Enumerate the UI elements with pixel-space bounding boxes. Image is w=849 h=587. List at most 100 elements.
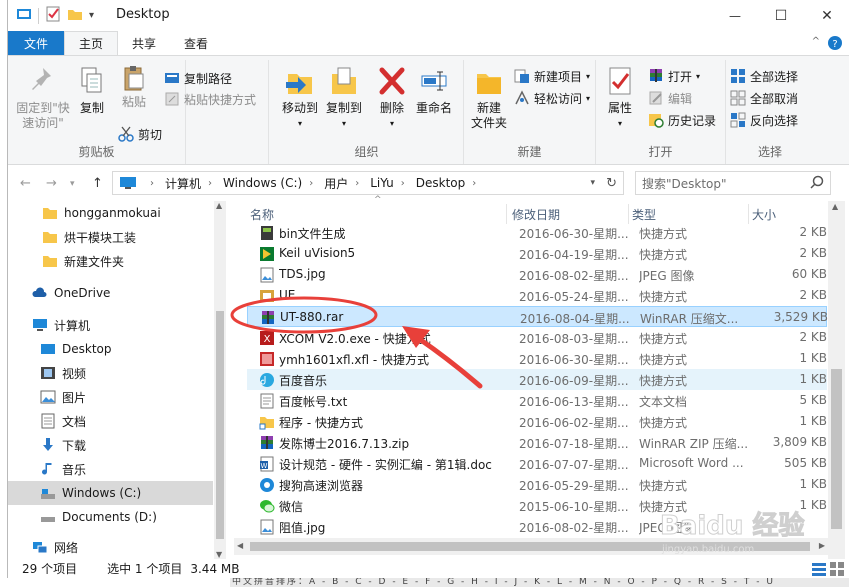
refresh-icon[interactable]: ↻ (606, 176, 617, 191)
column-header-name[interactable]: 名称 (250, 204, 274, 224)
copy-path-item[interactable]: 复制路径 (164, 68, 232, 88)
copy-to-button[interactable]: 复制到 ▾ (322, 64, 366, 131)
breadcrumb-root-chevron[interactable]: › (141, 178, 163, 189)
properties-dropdown-icon: ▾ (617, 119, 622, 128)
tab-file[interactable]: 文件 (8, 31, 64, 55)
paste-shortcut-button[interactable]: 粘贴快捷方式 (164, 89, 256, 109)
nav-item-videos[interactable]: 视频 (8, 361, 213, 385)
nav-item-honggan-gongzhuang[interactable]: 烘干模块工装 (8, 225, 213, 249)
file-row[interactable]: W 设计规范 - 硬件 - 实例汇编 - 第1辑.doc 2016-07-07-星期… (247, 453, 827, 474)
quick-access-toolbar: ▾ (16, 6, 94, 25)
column-divider[interactable] (506, 204, 507, 224)
nav-item-documents[interactable]: 文档 (8, 409, 213, 433)
copy-button[interactable]: 复制 (74, 64, 110, 116)
edit-button[interactable]: 编辑 (648, 88, 692, 108)
file-row[interactable]: UT-880.rar 2016-08-04-星期... WinRAR 压缩文... 3… (247, 306, 828, 327)
select-all-button[interactable]: 全部选择 (730, 66, 798, 86)
breadcrumb-liyu[interactable]: LiYu › (368, 176, 414, 190)
properties-icon[interactable] (45, 6, 61, 25)
file-row[interactable]: 发陈博士2016.7.13.zip 2016-07-18-星期... WinRAR … (247, 432, 827, 453)
toolbar-divider (38, 7, 39, 24)
nav-item-network[interactable]: 网络 (8, 535, 213, 559)
file-row[interactable]: X XCOM V2.0.exe - 快捷方式 2016-08-03-星期... 快捷方… (247, 327, 827, 348)
cut-button[interactable]: 剪切 (118, 124, 162, 144)
file-row[interactable]: ymh1601xfl.xfl - 快捷方式 2016-06-30-星期... 快捷方… (247, 348, 827, 369)
up-arrow-icon[interactable]: ↑ (92, 176, 103, 191)
file-row[interactable]: TDS.jpg 2016-08-02-星期... JPEG 图像 60 KB (247, 264, 827, 285)
file-row[interactable]: 程序 - 快捷方式 2016-06-02-星期... 快捷方式 1 KB (247, 411, 827, 432)
nav-item-desktop[interactable]: Desktop (8, 337, 213, 361)
nav-item-computer[interactable]: 计算机 (8, 313, 213, 337)
nav-pane-scroll-thumb[interactable] (216, 311, 224, 539)
address-bar[interactable]: › 计算机 › Windows (C:) › 用户 › LiYu › Desktop › … (112, 171, 624, 195)
help-icon[interactable]: ? (828, 36, 842, 53)
move-to-button[interactable]: 移动到 ▾ (278, 64, 322, 131)
easy-access-button[interactable]: 轻松访问 ▾ (514, 88, 590, 108)
nav-item-pictures[interactable]: 图片 (8, 385, 213, 409)
search-input[interactable]: 搜索"Desktop" (635, 171, 831, 195)
browser-icon (259, 477, 275, 493)
open-button[interactable]: 打开 ▾ (648, 66, 700, 86)
recent-locations-chevron-icon[interactable]: ▾ (70, 179, 75, 189)
collapse-ribbon-icon[interactable]: ^ (812, 36, 820, 53)
file-row[interactable]: bin文件生成 2016-06-30-星期... 快捷方式 2 KB (247, 222, 827, 243)
customize-dropdown-icon[interactable]: ▾ (89, 10, 94, 21)
rename-button[interactable]: 重命名 (412, 64, 456, 116)
nav-item-music[interactable]: 音乐 (8, 457, 213, 481)
column-header-type[interactable]: 类型 (632, 204, 656, 224)
nav-item-windows-c[interactable]: Windows (C:) (8, 481, 213, 505)
breadcrumb-drive-c[interactable]: Windows (C:) › (221, 176, 322, 190)
background-window-text: 中文拼音排序：A - B - C - D - E - F - G - H - I… (230, 578, 849, 587)
scroll-up-icon[interactable]: ▲ (216, 201, 222, 210)
file-size: 2 KB (799, 225, 827, 239)
maximize-button[interactable]: ☐ (758, 0, 804, 31)
explorer-icon[interactable] (16, 6, 32, 25)
breadcrumb-desktop[interactable]: Desktop › (414, 176, 486, 190)
file-row[interactable]: Keil uVision5 2016-04-19-星期... 快捷方式 2 KB (247, 243, 827, 264)
new-folder-button[interactable]: 新建 文件夹 (466, 64, 512, 131)
delete-button[interactable]: 删除 ▾ (374, 64, 410, 131)
pin-quick-access-button[interactable]: 固定到"快 速访问" (12, 64, 74, 131)
new-item-button[interactable]: 新建项目 ▾ (514, 66, 590, 86)
large-icons-view-icon[interactable] (830, 562, 844, 579)
column-header-size[interactable]: 大小 (752, 204, 776, 224)
column-divider[interactable] (628, 204, 629, 224)
column-divider[interactable] (748, 204, 749, 224)
nav-item-downloads[interactable]: 下载 (8, 433, 213, 457)
file-row[interactable]: 搜狗高速浏览器 2016-05-29-星期... 快捷方式 1 KB (247, 474, 827, 495)
paste-button[interactable]: 粘贴 (112, 64, 156, 110)
tab-share[interactable]: 共享 (118, 31, 170, 55)
back-arrow-icon[interactable]: ← (20, 176, 31, 191)
scroll-down-icon[interactable]: ▼ (216, 550, 222, 559)
scroll-up-icon[interactable]: ▲ (832, 202, 838, 211)
select-none-button[interactable]: 全部取消 (730, 88, 798, 108)
breadcrumb-users[interactable]: 用户 › (322, 175, 368, 192)
column-header-date[interactable]: 修改日期 (512, 204, 560, 224)
address-dropdown-icon[interactable]: ▾ (590, 178, 595, 188)
file-row[interactable]: UE 2016-05-24-星期... 快捷方式 2 KB (247, 285, 827, 306)
file-date: 2016-06-09-星期... (519, 374, 629, 388)
tab-view[interactable]: 查看 (170, 31, 222, 55)
xfl-icon (259, 351, 275, 367)
forward-arrow-icon[interactable]: → (46, 176, 57, 191)
nav-pane-scrollbar[interactable]: ▲ ▼ (214, 201, 226, 559)
minimize-button[interactable]: — (712, 0, 758, 31)
file-row[interactable]: 百度帐号.txt 2016-06-13-星期... 文本文档 5 KB (247, 390, 827, 411)
details-view-icon[interactable] (812, 562, 826, 579)
properties-button[interactable]: 属性 ▾ (600, 64, 640, 131)
nav-item-hongganmokuai[interactable]: hongganmokuai (8, 201, 213, 225)
file-size: 2 KB (799, 330, 827, 344)
nav-item-documents-d[interactable]: Documents (D:) (8, 505, 213, 529)
new-folder-icon[interactable] (67, 6, 83, 25)
tab-home[interactable]: 主页 (64, 31, 119, 55)
invert-selection-button[interactable]: 反向选择 (730, 110, 798, 130)
file-name: 微信 (279, 500, 304, 514)
scroll-left-icon[interactable]: ◀ (237, 541, 243, 550)
breadcrumb-computer[interactable]: 计算机 › (163, 175, 221, 192)
file-row[interactable]: 百度音乐 2016-06-09-星期... 快捷方式 1 KB (247, 369, 827, 390)
nav-item-onedrive[interactable]: OneDrive (8, 281, 213, 305)
history-button[interactable]: 历史记录 (648, 110, 716, 130)
close-button[interactable]: ✕ (804, 0, 849, 31)
nav-item-new-folder[interactable]: 新建文件夹 (8, 249, 213, 273)
wechat-icon (259, 498, 275, 514)
